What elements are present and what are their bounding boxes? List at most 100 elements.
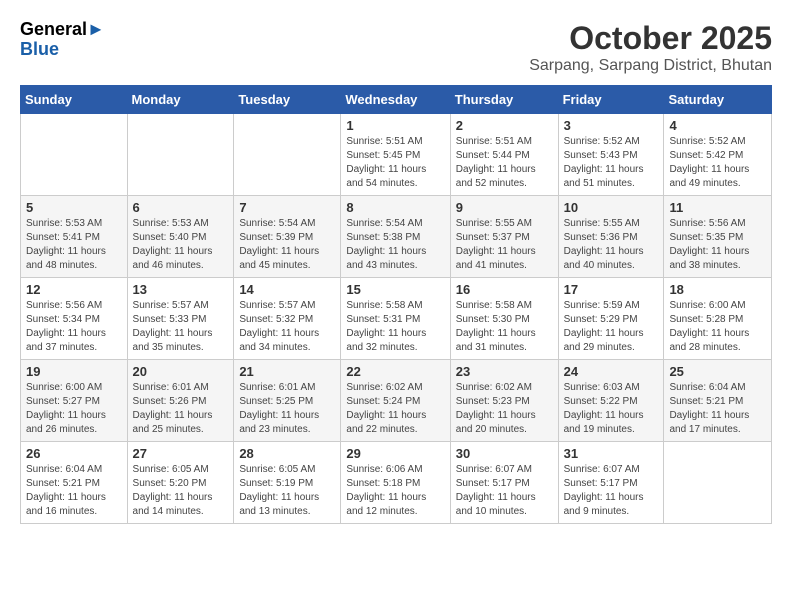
calendar-cell: 4 Sunrise: 5:52 AM Sunset: 5:42 PM Dayli… bbox=[664, 114, 772, 196]
day-info: Sunrise: 6:04 AM Sunset: 5:21 PM Dayligh… bbox=[669, 381, 766, 437]
logo-blue-text: Blue bbox=[20, 40, 105, 60]
day-number: 29 bbox=[346, 446, 444, 461]
day-number: 26 bbox=[26, 446, 122, 461]
day-info: Sunrise: 6:01 AM Sunset: 5:26 PM Dayligh… bbox=[133, 381, 229, 437]
day-number: 3 bbox=[564, 118, 659, 133]
day-number: 28 bbox=[239, 446, 335, 461]
calendar-cell: 30 Sunrise: 6:07 AM Sunset: 5:17 PM Dayl… bbox=[450, 442, 558, 524]
day-number: 20 bbox=[133, 364, 229, 379]
calendar-cell: 15 Sunrise: 5:58 AM Sunset: 5:31 PM Dayl… bbox=[341, 278, 450, 360]
calendar-cell bbox=[127, 114, 234, 196]
calendar-cell: 20 Sunrise: 6:01 AM Sunset: 5:26 PM Dayl… bbox=[127, 360, 234, 442]
day-number: 8 bbox=[346, 200, 444, 215]
calendar-cell: 1 Sunrise: 5:51 AM Sunset: 5:45 PM Dayli… bbox=[341, 114, 450, 196]
day-info: Sunrise: 6:02 AM Sunset: 5:24 PM Dayligh… bbox=[346, 381, 444, 437]
calendar-week-row: 5 Sunrise: 5:53 AM Sunset: 5:41 PM Dayli… bbox=[21, 196, 772, 278]
weekday-header: Monday bbox=[127, 86, 234, 114]
weekday-header: Friday bbox=[558, 86, 664, 114]
day-info: Sunrise: 5:57 AM Sunset: 5:32 PM Dayligh… bbox=[239, 299, 335, 355]
day-info: Sunrise: 5:54 AM Sunset: 5:38 PM Dayligh… bbox=[346, 217, 444, 273]
day-info: Sunrise: 5:58 AM Sunset: 5:31 PM Dayligh… bbox=[346, 299, 444, 355]
calendar-cell: 17 Sunrise: 5:59 AM Sunset: 5:29 PM Dayl… bbox=[558, 278, 664, 360]
calendar-cell: 21 Sunrise: 6:01 AM Sunset: 5:25 PM Dayl… bbox=[234, 360, 341, 442]
day-info: Sunrise: 6:05 AM Sunset: 5:20 PM Dayligh… bbox=[133, 463, 229, 519]
calendar-cell: 11 Sunrise: 5:56 AM Sunset: 5:35 PM Dayl… bbox=[664, 196, 772, 278]
day-info: Sunrise: 6:05 AM Sunset: 5:19 PM Dayligh… bbox=[239, 463, 335, 519]
day-number: 4 bbox=[669, 118, 766, 133]
day-info: Sunrise: 5:58 AM Sunset: 5:30 PM Dayligh… bbox=[456, 299, 553, 355]
day-info: Sunrise: 6:06 AM Sunset: 5:18 PM Dayligh… bbox=[346, 463, 444, 519]
calendar-cell: 31 Sunrise: 6:07 AM Sunset: 5:17 PM Dayl… bbox=[558, 442, 664, 524]
weekday-header: Saturday bbox=[664, 86, 772, 114]
day-number: 9 bbox=[456, 200, 553, 215]
day-info: Sunrise: 5:52 AM Sunset: 5:42 PM Dayligh… bbox=[669, 135, 766, 191]
day-info: Sunrise: 5:52 AM Sunset: 5:43 PM Dayligh… bbox=[564, 135, 659, 191]
calendar-cell: 6 Sunrise: 5:53 AM Sunset: 5:40 PM Dayli… bbox=[127, 196, 234, 278]
weekday-header: Thursday bbox=[450, 86, 558, 114]
day-number: 11 bbox=[669, 200, 766, 215]
weekday-header: Tuesday bbox=[234, 86, 341, 114]
weekday-header: Sunday bbox=[21, 86, 128, 114]
day-number: 18 bbox=[669, 282, 766, 297]
day-number: 15 bbox=[346, 282, 444, 297]
day-info: Sunrise: 5:55 AM Sunset: 5:37 PM Dayligh… bbox=[456, 217, 553, 273]
day-info: Sunrise: 6:02 AM Sunset: 5:23 PM Dayligh… bbox=[456, 381, 553, 437]
day-info: Sunrise: 6:07 AM Sunset: 5:17 PM Dayligh… bbox=[456, 463, 553, 519]
logo-text: General► Blue bbox=[20, 20, 105, 60]
calendar-cell: 28 Sunrise: 6:05 AM Sunset: 5:19 PM Dayl… bbox=[234, 442, 341, 524]
day-info: Sunrise: 5:59 AM Sunset: 5:29 PM Dayligh… bbox=[564, 299, 659, 355]
day-number: 19 bbox=[26, 364, 122, 379]
page-subtitle: Sarpang, Sarpang District, Bhutan bbox=[529, 57, 772, 75]
day-info: Sunrise: 6:00 AM Sunset: 5:28 PM Dayligh… bbox=[669, 299, 766, 355]
weekday-row: SundayMondayTuesdayWednesdayThursdayFrid… bbox=[21, 86, 772, 114]
calendar-cell: 27 Sunrise: 6:05 AM Sunset: 5:20 PM Dayl… bbox=[127, 442, 234, 524]
day-number: 7 bbox=[239, 200, 335, 215]
calendar-week-row: 12 Sunrise: 5:56 AM Sunset: 5:34 PM Dayl… bbox=[21, 278, 772, 360]
day-number: 24 bbox=[564, 364, 659, 379]
day-info: Sunrise: 5:51 AM Sunset: 5:44 PM Dayligh… bbox=[456, 135, 553, 191]
calendar-cell: 7 Sunrise: 5:54 AM Sunset: 5:39 PM Dayli… bbox=[234, 196, 341, 278]
page-title: October 2025 bbox=[529, 20, 772, 57]
calendar-cell: 22 Sunrise: 6:02 AM Sunset: 5:24 PM Dayl… bbox=[341, 360, 450, 442]
logo-icon-shape: ► bbox=[87, 19, 105, 39]
day-number: 14 bbox=[239, 282, 335, 297]
day-info: Sunrise: 5:53 AM Sunset: 5:40 PM Dayligh… bbox=[133, 217, 229, 273]
day-number: 16 bbox=[456, 282, 553, 297]
day-info: Sunrise: 6:00 AM Sunset: 5:27 PM Dayligh… bbox=[26, 381, 122, 437]
calendar-cell bbox=[664, 442, 772, 524]
day-info: Sunrise: 5:56 AM Sunset: 5:34 PM Dayligh… bbox=[26, 299, 122, 355]
day-number: 23 bbox=[456, 364, 553, 379]
calendar-table: SundayMondayTuesdayWednesdayThursdayFrid… bbox=[20, 85, 772, 524]
calendar-cell: 23 Sunrise: 6:02 AM Sunset: 5:23 PM Dayl… bbox=[450, 360, 558, 442]
calendar-week-row: 19 Sunrise: 6:00 AM Sunset: 5:27 PM Dayl… bbox=[21, 360, 772, 442]
day-info: Sunrise: 5:55 AM Sunset: 5:36 PM Dayligh… bbox=[564, 217, 659, 273]
day-number: 2 bbox=[456, 118, 553, 133]
page-header: General► Blue October 2025 Sarpang, Sarp… bbox=[20, 20, 772, 75]
calendar-cell: 24 Sunrise: 6:03 AM Sunset: 5:22 PM Dayl… bbox=[558, 360, 664, 442]
day-number: 31 bbox=[564, 446, 659, 461]
calendar-week-row: 1 Sunrise: 5:51 AM Sunset: 5:45 PM Dayli… bbox=[21, 114, 772, 196]
day-number: 10 bbox=[564, 200, 659, 215]
day-info: Sunrise: 6:04 AM Sunset: 5:21 PM Dayligh… bbox=[26, 463, 122, 519]
calendar-cell: 16 Sunrise: 5:58 AM Sunset: 5:30 PM Dayl… bbox=[450, 278, 558, 360]
calendar-cell: 10 Sunrise: 5:55 AM Sunset: 5:36 PM Dayl… bbox=[558, 196, 664, 278]
calendar-cell: 3 Sunrise: 5:52 AM Sunset: 5:43 PM Dayli… bbox=[558, 114, 664, 196]
day-info: Sunrise: 6:03 AM Sunset: 5:22 PM Dayligh… bbox=[564, 381, 659, 437]
day-number: 30 bbox=[456, 446, 553, 461]
day-number: 21 bbox=[239, 364, 335, 379]
day-info: Sunrise: 5:54 AM Sunset: 5:39 PM Dayligh… bbox=[239, 217, 335, 273]
logo: General► Blue bbox=[20, 20, 105, 60]
calendar-cell bbox=[234, 114, 341, 196]
day-info: Sunrise: 5:57 AM Sunset: 5:33 PM Dayligh… bbox=[133, 299, 229, 355]
day-info: Sunrise: 5:56 AM Sunset: 5:35 PM Dayligh… bbox=[669, 217, 766, 273]
calendar-week-row: 26 Sunrise: 6:04 AM Sunset: 5:21 PM Dayl… bbox=[21, 442, 772, 524]
day-info: Sunrise: 6:01 AM Sunset: 5:25 PM Dayligh… bbox=[239, 381, 335, 437]
calendar-header: SundayMondayTuesdayWednesdayThursdayFrid… bbox=[21, 86, 772, 114]
calendar-cell: 29 Sunrise: 6:06 AM Sunset: 5:18 PM Dayl… bbox=[341, 442, 450, 524]
calendar-cell: 14 Sunrise: 5:57 AM Sunset: 5:32 PM Dayl… bbox=[234, 278, 341, 360]
day-number: 22 bbox=[346, 364, 444, 379]
calendar-cell: 13 Sunrise: 5:57 AM Sunset: 5:33 PM Dayl… bbox=[127, 278, 234, 360]
day-info: Sunrise: 5:51 AM Sunset: 5:45 PM Dayligh… bbox=[346, 135, 444, 191]
day-number: 6 bbox=[133, 200, 229, 215]
calendar-cell: 18 Sunrise: 6:00 AM Sunset: 5:28 PM Dayl… bbox=[664, 278, 772, 360]
